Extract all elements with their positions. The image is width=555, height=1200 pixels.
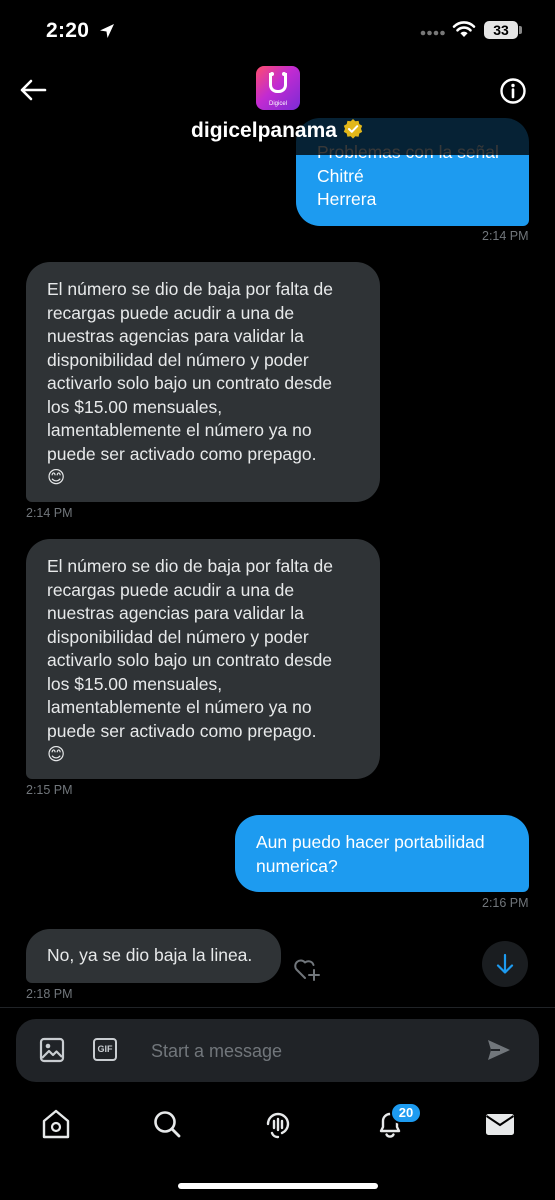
cellular-signal-icon	[420, 30, 445, 36]
received-message-bubble[interactable]: El número se dio de baja por falta de re…	[26, 262, 380, 502]
message-text-line: puede ser activado como prepago.	[47, 443, 317, 464]
message-text-line: puede ser activado como prepago.	[47, 720, 317, 741]
message-text-line: lamentablemente el número ya no	[47, 420, 312, 440]
message-text-line: recargas puede acudir a una de	[47, 579, 295, 600]
avatar-logo-text: Digicel	[268, 101, 287, 107]
back-arrow-icon[interactable]	[18, 76, 48, 104]
message-text-line: Chitré	[317, 165, 364, 186]
smiling-emoji: 😊	[47, 744, 66, 764]
message-text-line: nuestras agencias para validar la	[47, 326, 304, 346]
message-text-line: los $15.00 mensuales,	[47, 673, 223, 694]
battery-indicator: 33	[484, 21, 518, 39]
location-arrow-icon	[100, 24, 114, 38]
digicel-logo-icon	[269, 73, 287, 93]
battery-cap	[519, 26, 522, 34]
message-text-line: recargas puede acudir a una de	[47, 302, 295, 323]
composer-divider	[0, 1007, 555, 1008]
notifications-count-badge: 20	[390, 1102, 422, 1124]
message-text-line: Aun puedo hacer portabilidad	[256, 832, 485, 852]
add-reaction-heart-icon[interactable]	[292, 955, 322, 983]
message-timestamp: 2:16 PM	[482, 896, 529, 910]
info-icon[interactable]	[498, 76, 528, 106]
account-name: digicelpanama	[191, 119, 337, 142]
bottom-navigation	[0, 1100, 555, 1160]
message-composer: GIF	[16, 1019, 539, 1082]
smiling-emoji: 😊	[47, 467, 66, 487]
home-icon[interactable]	[38, 1106, 74, 1142]
home-indicator[interactable]	[178, 1183, 378, 1189]
message-text-line: lamentablemente el número ya no	[47, 697, 312, 717]
message-text-line: El número se dio de baja por falta de	[47, 279, 334, 299]
message-timestamp: 2:14 PM	[26, 506, 73, 520]
gif-button[interactable]: GIF	[93, 1038, 117, 1061]
avatar[interactable]: Digicel	[256, 66, 300, 110]
message-text-line: activarlo solo bajo un contrato desde	[47, 650, 333, 670]
message-timestamp: 2:15 PM	[26, 783, 73, 797]
received-message-bubble[interactable]: No, ya se dio baja la linea.	[26, 929, 281, 983]
send-icon[interactable]	[486, 1038, 512, 1062]
received-message-bubble[interactable]: El número se dio de baja por falta de re…	[26, 539, 380, 779]
message-text-line: numerica?	[256, 855, 338, 876]
message-text-line: El número se dio de baja por falta de	[47, 556, 334, 576]
message-text-line: nuestras agencias para validar la	[47, 603, 304, 623]
message-timestamp: 2:14 PM	[482, 229, 529, 243]
search-icon[interactable]	[149, 1106, 185, 1142]
conversation-title[interactable]: digicelpanama	[0, 118, 555, 143]
message-text-line: activarlo solo bajo un contrato desde	[47, 373, 333, 393]
message-text-line: los $15.00 mensuales,	[47, 396, 223, 417]
message-text-line: Herrera	[317, 189, 377, 209]
status-time: 2:20	[46, 19, 90, 42]
image-icon[interactable]	[39, 1037, 65, 1063]
message-timestamp: 2:18 PM	[26, 987, 73, 1001]
scroll-to-bottom-button[interactable]	[482, 941, 528, 987]
verified-badge-icon	[343, 119, 363, 139]
messages-envelope-icon[interactable]	[482, 1106, 518, 1142]
message-text-line: disponibilidad del número y poder	[47, 626, 309, 647]
message-input[interactable]	[149, 1040, 473, 1063]
spaces-icon[interactable]	[260, 1106, 296, 1142]
arrow-down-icon	[496, 953, 514, 974]
message-text-line: No, ya se dio baja la linea.	[47, 945, 253, 965]
sent-message-bubble[interactable]: Aun puedo hacer portabilidad numerica?	[235, 815, 529, 892]
message-text-line: disponibilidad del número y poder	[47, 349, 309, 370]
status-bar: 2:20 33	[0, 0, 555, 62]
wifi-icon	[452, 21, 476, 37]
